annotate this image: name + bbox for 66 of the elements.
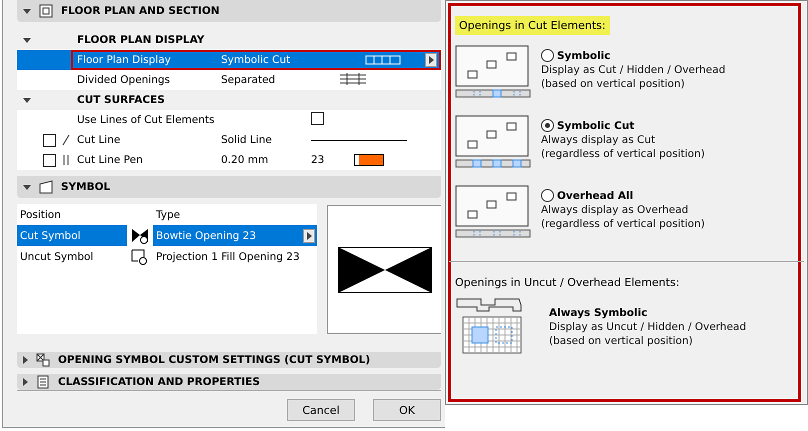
section-header[interactable]: OPENING SYMBOL CUSTOM SETTINGS (CUT SYMBOL) — [17, 352, 441, 368]
checkbox[interactable] — [43, 134, 56, 146]
section-title: OPENING SYMBOL CUSTOM SETTINGS (CUT SYMBOL) — [58, 354, 370, 366]
table-cell-text: Uncut Symbol — [19, 250, 94, 262]
expand-caret-icon[interactable] — [23, 356, 28, 364]
section-title: FLOOR PLAN AND SECTION — [61, 5, 220, 17]
section-heading: Openings in Uncut / Overhead Elements: — [455, 276, 680, 289]
document-icon — [36, 375, 50, 389]
property-value: Solid Line — [221, 134, 273, 146]
option-title: Always Symbolic — [549, 307, 648, 319]
property-label: Divided Openings — [77, 74, 172, 86]
group-title: CUT SURFACES — [77, 94, 166, 106]
divided-wall-icon — [339, 72, 367, 86]
column-header: Position — [19, 208, 62, 220]
radio-option[interactable]: Symbolic — [541, 49, 726, 62]
popup-arrow-button[interactable] — [425, 53, 437, 67]
checkbox[interactable] — [311, 112, 324, 125]
option-description: (based on vertical position) — [549, 335, 694, 347]
section-title: SYMBOL — [61, 181, 110, 193]
property-row[interactable]: Floor Plan Display Symbolic Cut — [17, 50, 441, 70]
section-header[interactable]: SYMBOL — [17, 176, 441, 198]
symbol-row[interactable]: Cut Symbol Bowtie Opening 23 — [17, 225, 317, 246]
property-value: Separated — [221, 74, 276, 86]
pen-weight-icon — [62, 154, 70, 166]
section-header[interactable]: CLASSIFICATION AND PROPERTIES — [17, 374, 441, 390]
cancel-button[interactable]: Cancel — [287, 399, 355, 421]
symbol-row[interactable]: Uncut Symbol Projection 1 Fill Opening 23 — [17, 246, 317, 267]
collapse-caret-icon[interactable] — [23, 38, 31, 43]
section-header[interactable]: FLOOR PLAN AND SECTION — [17, 0, 441, 22]
section-title: CLASSIFICATION AND PROPERTIES — [58, 376, 260, 388]
slash-line-icon — [62, 134, 70, 146]
collapse-caret-icon[interactable] — [23, 8, 31, 14]
option-description: (regardless of vertical position) — [541, 218, 705, 230]
bowtie-symbol-icon — [131, 228, 149, 244]
table-cell-text: Cut Symbol — [19, 230, 82, 242]
property-label: Cut Line Pen — [77, 154, 144, 166]
expand-caret-icon[interactable] — [23, 378, 28, 386]
property-value: Symbolic Cut — [221, 54, 292, 66]
property-label: Floor Plan Display — [77, 54, 172, 66]
checkbox[interactable] — [43, 154, 56, 166]
group-title: FLOOR PLAN DISPLAY — [77, 34, 206, 46]
pen-color-swatch[interactable] — [354, 154, 384, 166]
ok-button[interactable]: OK — [373, 399, 441, 421]
table-cell-text: Bowtie Opening 23 — [155, 230, 258, 242]
column-header: Type — [155, 208, 182, 220]
table-cell-text: Projection 1 Fill Opening 23 — [155, 250, 301, 262]
trapezoid-icon — [39, 180, 53, 194]
property-label: Use Lines of Cut Elements — [77, 114, 216, 126]
option-description: Display as Cut / Hidden / Overhead — [541, 64, 726, 76]
symbol-settings-icon — [36, 353, 50, 367]
option-description: (regardless of vertical position) — [541, 148, 705, 160]
popup-arrow-button[interactable] — [303, 228, 315, 242]
property-value: 0.20 mm — [221, 154, 270, 166]
option-description: Always display as Cut — [541, 134, 656, 146]
option-description: (based on vertical position) — [541, 78, 686, 90]
radio-option[interactable]: Overhead All — [541, 189, 705, 202]
radio-option[interactable]: Symbolic Cut — [541, 119, 705, 132]
wall-pattern-icon — [365, 55, 401, 65]
collapse-caret-icon[interactable] — [23, 184, 31, 190]
highlighted-heading: Openings in Cut Elements: — [455, 16, 610, 35]
property-label: Cut Line — [77, 134, 122, 146]
fill-symbol-icon — [131, 248, 149, 264]
option-description: Always display as Overhead — [541, 204, 690, 216]
option-description: Display as Uncut / Hidden / Overhead — [549, 321, 746, 333]
pen-number: 23 — [311, 154, 324, 166]
collapse-caret-icon[interactable] — [23, 98, 31, 103]
